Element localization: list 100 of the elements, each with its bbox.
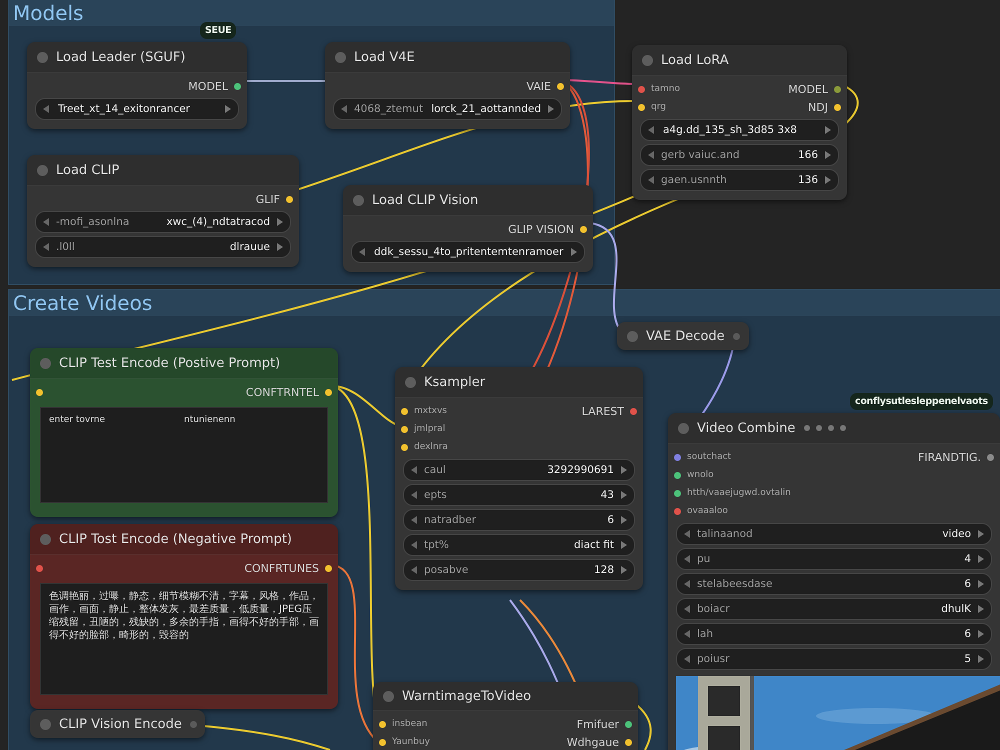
right-arrow-icon[interactable] bbox=[824, 125, 832, 135]
value-field[interactable]: boiacr dhulK bbox=[676, 598, 992, 620]
field-value: 6 bbox=[964, 578, 971, 590]
slot-dot[interactable] bbox=[580, 226, 587, 232]
right-arrow-icon[interactable] bbox=[224, 104, 232, 114]
value-field[interactable]: 4068_ztemut lorck_21_aottannded bbox=[333, 98, 562, 120]
left-arrow-icon[interactable] bbox=[42, 104, 50, 114]
slot-dot[interactable] bbox=[325, 564, 332, 572]
left-arrow-icon[interactable] bbox=[410, 490, 418, 500]
left-arrow-icon[interactable] bbox=[683, 554, 691, 564]
slot-dot[interactable] bbox=[625, 720, 632, 728]
left-arrow-icon[interactable] bbox=[683, 654, 691, 664]
slot-dot[interactable] bbox=[674, 472, 681, 478]
slot-dot[interactable] bbox=[557, 82, 564, 90]
right-arrow-icon[interactable] bbox=[977, 579, 985, 589]
slot-dot[interactable] bbox=[401, 408, 408, 414]
slot-dot[interactable] bbox=[674, 508, 681, 514]
right-arrow-icon[interactable] bbox=[276, 217, 284, 227]
right-arrow-icon[interactable] bbox=[547, 104, 555, 114]
right-arrow-icon[interactable] bbox=[620, 565, 628, 575]
prompt-textarea[interactable]: 色调艳丽，过曝，静态，细节模糊不清，字幕，风格，作品，画作，画面，静止，整体发灰，最差质量，低质量，JPEG压缩残留，丑陋的，残缺的，多余的手指，画得不好的手部，画得不好的脸部，畸形的，毁容的 bbox=[40, 583, 328, 695]
slot-dot[interactable] bbox=[234, 82, 241, 90]
right-arrow-icon[interactable] bbox=[570, 247, 578, 257]
left-arrow-icon[interactable] bbox=[647, 150, 655, 160]
slot-dot[interactable] bbox=[674, 454, 681, 460]
value-field[interactable]: a4g.dd_135_sh_3d85 3x8 bbox=[640, 119, 839, 141]
value-field[interactable]: posabve 128 bbox=[403, 559, 635, 581]
slot-dot[interactable] bbox=[674, 490, 681, 496]
left-arrow-icon[interactable] bbox=[410, 515, 418, 525]
field-value: 3292990691 bbox=[547, 464, 614, 476]
slot-dot[interactable] bbox=[630, 408, 637, 414]
left-arrow-icon[interactable] bbox=[42, 217, 50, 227]
value-field[interactable]: talinaanod video bbox=[676, 523, 992, 545]
right-arrow-icon[interactable] bbox=[977, 629, 985, 639]
value-field[interactable]: lah 6 bbox=[676, 623, 992, 645]
slot-dot[interactable] bbox=[987, 454, 994, 460]
value-field[interactable]: pu 4 bbox=[676, 548, 992, 570]
left-arrow-icon[interactable] bbox=[410, 540, 418, 550]
circle-icon[interactable] bbox=[678, 422, 689, 434]
right-arrow-icon[interactable] bbox=[977, 529, 985, 539]
right-arrow-icon[interactable] bbox=[977, 654, 985, 664]
circle-icon[interactable] bbox=[383, 690, 394, 702]
value-field[interactable]: natradber 6 bbox=[403, 509, 635, 531]
left-arrow-icon[interactable] bbox=[683, 529, 691, 539]
circle-icon[interactable] bbox=[335, 52, 346, 62]
slot-dot[interactable] bbox=[379, 738, 386, 746]
slot-dot[interactable] bbox=[36, 388, 43, 396]
circle-icon[interactable] bbox=[353, 194, 364, 206]
prompt-textarea[interactable]: enter tovrne ntunienenn bbox=[40, 407, 328, 503]
right-arrow-icon[interactable] bbox=[620, 540, 628, 550]
right-arrow-icon[interactable] bbox=[620, 465, 628, 475]
slot-dot[interactable] bbox=[638, 86, 645, 92]
slot-dot[interactable] bbox=[401, 444, 408, 450]
slot-dot[interactable] bbox=[325, 388, 332, 396]
left-arrow-icon[interactable] bbox=[410, 565, 418, 575]
right-arrow-icon[interactable] bbox=[824, 150, 832, 160]
value-field[interactable]: ddk_sessu_4to_pritentemtenramoer bbox=[351, 241, 585, 263]
slot-dot[interactable] bbox=[834, 86, 841, 92]
slot-dot[interactable] bbox=[638, 104, 645, 110]
circle-icon[interactable] bbox=[405, 376, 416, 388]
value-field[interactable]: epts 43 bbox=[403, 484, 635, 506]
slot-dot[interactable] bbox=[834, 104, 841, 110]
value-field[interactable]: gerb vaiuc.and 166 bbox=[640, 144, 839, 166]
value-field[interactable]: .l0ll dlrauue bbox=[35, 236, 291, 258]
left-arrow-icon[interactable] bbox=[358, 247, 366, 257]
left-arrow-icon[interactable] bbox=[683, 604, 691, 614]
left-arrow-icon[interactable] bbox=[647, 125, 655, 135]
value-field[interactable]: poiusr 5 bbox=[676, 648, 992, 670]
circle-icon[interactable] bbox=[37, 52, 48, 62]
right-arrow-icon[interactable] bbox=[276, 242, 284, 252]
left-arrow-icon[interactable] bbox=[647, 175, 655, 185]
value-field[interactable]: gaen.usnnth 136 bbox=[640, 169, 839, 191]
value-field[interactable]: tpt% diact fit bbox=[403, 534, 635, 556]
right-arrow-icon[interactable] bbox=[620, 490, 628, 500]
left-arrow-icon[interactable] bbox=[683, 579, 691, 589]
right-arrow-icon[interactable] bbox=[977, 604, 985, 614]
left-arrow-icon[interactable] bbox=[683, 629, 691, 639]
left-arrow-icon[interactable] bbox=[42, 242, 50, 252]
value-field[interactable]: -mofi_asonlna xwc_(4)_ndtatracod bbox=[35, 211, 291, 233]
slot-dot[interactable] bbox=[286, 196, 293, 202]
left-arrow-icon[interactable] bbox=[410, 465, 418, 475]
circle-icon[interactable] bbox=[40, 534, 51, 544]
slot-dot[interactable] bbox=[625, 738, 632, 746]
value-field[interactable]: stelabeesdase 6 bbox=[676, 573, 992, 595]
circle-icon[interactable] bbox=[37, 164, 48, 176]
circle-icon[interactable] bbox=[642, 54, 653, 66]
right-arrow-icon[interactable] bbox=[824, 175, 832, 185]
value-field[interactable]: caul 3292990691 bbox=[403, 459, 635, 481]
slot-dot[interactable] bbox=[401, 426, 408, 432]
slot-dot[interactable] bbox=[732, 332, 740, 340]
node-title: CLIP Tost Encode (Negative Prompt) bbox=[59, 532, 292, 546]
circle-icon[interactable] bbox=[627, 330, 638, 342]
slot-dot[interactable] bbox=[36, 564, 43, 572]
right-arrow-icon[interactable] bbox=[620, 515, 628, 525]
circle-icon[interactable] bbox=[40, 718, 51, 730]
value-field[interactable]: Treet_xt_14_exitonrancer bbox=[35, 98, 239, 120]
left-arrow-icon[interactable] bbox=[340, 104, 348, 114]
slot-dot[interactable] bbox=[190, 720, 197, 728]
right-arrow-icon[interactable] bbox=[977, 554, 985, 564]
slot-dot[interactable] bbox=[379, 720, 386, 728]
